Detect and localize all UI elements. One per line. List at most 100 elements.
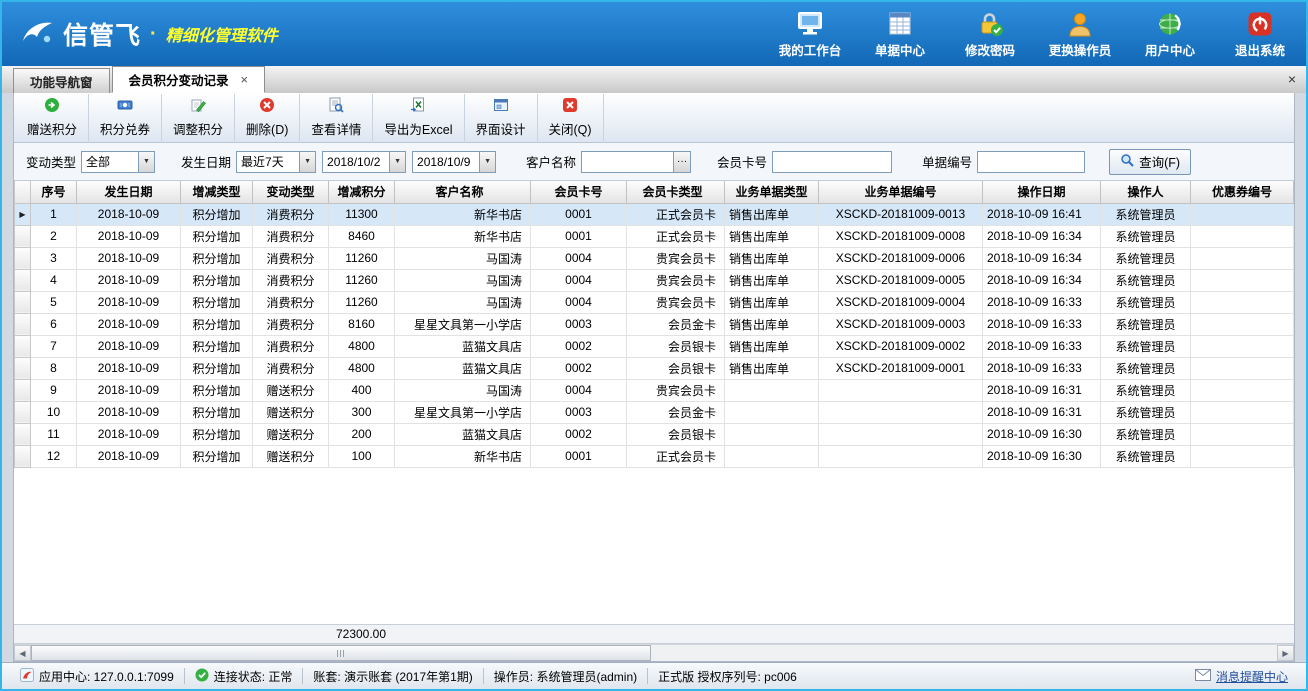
table-row[interactable]: 62018-10-09积分增加消费积分8160星星文具第一小学店0003会员金卡… xyxy=(15,313,1294,335)
ui-design-button[interactable]: 界面设计 xyxy=(465,94,538,141)
row-indicator xyxy=(15,401,31,423)
cell: 积分增加 xyxy=(181,401,253,423)
nav-my-workspace[interactable]: 我的工作台 xyxy=(778,9,842,59)
status-bar: 应用中心: 127.0.0.1:7099 连接状态: 正常 账套: 演示账套 (… xyxy=(2,662,1306,689)
cell: 蓝猫文具店 xyxy=(395,357,531,379)
cell: 8160 xyxy=(329,313,395,335)
nav-change-password[interactable]: 修改密码 xyxy=(958,9,1022,59)
horizontal-scrollbar[interactable]: ◀ ▶ xyxy=(14,644,1294,661)
column-header[interactable]: 业务单据类型 xyxy=(725,181,819,203)
cell: 会员金卡 xyxy=(627,313,725,335)
cell: XSCKD-20181009-0005 xyxy=(819,269,983,291)
power-icon xyxy=(1245,9,1275,37)
date-preset-select[interactable]: 最近7天 ▼ xyxy=(236,151,316,173)
column-header[interactable]: 发生日期 xyxy=(77,181,181,203)
table-row[interactable]: 122018-10-09积分增加赠送积分100新华书店0001正式会员卡2018… xyxy=(15,445,1294,467)
cell: 销售出库单 xyxy=(725,313,819,335)
customer-name-input[interactable] xyxy=(582,153,673,171)
points-to-coupon-button[interactable]: 积分兑券 xyxy=(89,94,162,141)
column-header[interactable]: 会员卡类型 xyxy=(627,181,725,203)
column-header[interactable]: 变动类型 xyxy=(253,181,329,203)
button-label: 赠送积分 xyxy=(27,119,77,138)
card-number-input[interactable] xyxy=(772,151,892,173)
tab-member-points-record[interactable]: 会员积分变动记录 × xyxy=(112,66,266,93)
tabbar-close-button[interactable]: × xyxy=(1288,71,1296,87)
nav-user-center[interactable]: 用户中心 xyxy=(1138,9,1202,59)
change-type-select[interactable]: 全部 ▼ xyxy=(81,151,155,173)
tab-label: 功能导航窗 xyxy=(30,72,93,91)
cell xyxy=(1191,357,1294,379)
gift-points-button[interactable]: 赠送积分 xyxy=(16,94,89,141)
export-excel-button[interactable]: 导出为Excel xyxy=(373,94,464,141)
query-button[interactable]: 查询(F) xyxy=(1109,149,1191,175)
column-header[interactable]: 增减积分 xyxy=(329,181,395,203)
user-center-icon xyxy=(1155,9,1185,37)
adjust-points-button[interactable]: 调整积分 xyxy=(162,94,235,141)
date-from-value: 2018/10/2 xyxy=(323,155,389,169)
cell: 积分增加 xyxy=(181,313,253,335)
scrollbar-track[interactable] xyxy=(31,645,1277,661)
header-nav: 我的工作台 单据中心 修改密码 更换操作员 xyxy=(778,9,1292,59)
customer-name-label: 客户名称 xyxy=(526,152,576,171)
view-details-button[interactable]: 查看详情 xyxy=(300,94,373,141)
cell: 销售出库单 xyxy=(725,203,819,225)
message-center-link[interactable]: 消息提醒中心 xyxy=(1185,668,1298,685)
chevron-down-icon[interactable]: ▼ xyxy=(299,152,315,172)
nav-document-center[interactable]: 单据中心 xyxy=(868,9,932,59)
cell: 0002 xyxy=(531,335,627,357)
column-header[interactable]: 序号 xyxy=(31,181,77,203)
column-header[interactable]: 客户名称 xyxy=(395,181,531,203)
cell: 系统管理员 xyxy=(1101,225,1191,247)
column-header[interactable]: 操作人 xyxy=(1101,181,1191,203)
app-window: 信管飞 · 精细化管理软件 我的工作台 单据中心 修改密码 xyxy=(0,0,1308,691)
nav-exit-system[interactable]: 退出系统 xyxy=(1228,9,1292,59)
tab-function-navigator[interactable]: 功能导航窗 xyxy=(13,68,110,93)
table-row[interactable]: 52018-10-09积分增加消费积分11260马国涛0004贵宾会员卡销售出库… xyxy=(15,291,1294,313)
cell: 2018-10-09 xyxy=(77,445,181,467)
cell: 积分增加 xyxy=(181,225,253,247)
cell: 正式会员卡 xyxy=(627,203,725,225)
app-header: 信管飞 · 精细化管理软件 我的工作台 单据中心 修改密码 xyxy=(2,2,1306,66)
indicator-column-header xyxy=(15,181,31,203)
column-header[interactable]: 增减类型 xyxy=(181,181,253,203)
delete-button[interactable]: 删除(D) xyxy=(235,94,300,141)
customer-lookup-button[interactable]: ··· xyxy=(673,152,690,172)
button-label: 查看详情 xyxy=(311,119,361,138)
app-logo-icon xyxy=(18,18,56,51)
scrollbar-thumb[interactable] xyxy=(31,645,651,661)
column-header[interactable]: 优惠券编号 xyxy=(1191,181,1294,203)
chevron-down-icon[interactable]: ▼ xyxy=(479,152,495,172)
table-row[interactable]: ▶12018-10-09积分增加消费积分11300新华书店0001正式会员卡销售… xyxy=(15,203,1294,225)
doc-number-input[interactable] xyxy=(977,151,1085,173)
button-label: 导出为Excel xyxy=(384,119,452,138)
cell: XSCKD-20181009-0001 xyxy=(819,357,983,379)
cell: 3 xyxy=(31,247,77,269)
chevron-down-icon[interactable]: ▼ xyxy=(138,152,154,172)
cell: 系统管理员 xyxy=(1101,335,1191,357)
nav-change-operator[interactable]: 更换操作员 xyxy=(1048,9,1112,59)
table-row[interactable]: 42018-10-09积分增加消费积分11260马国涛0004贵宾会员卡销售出库… xyxy=(15,269,1294,291)
scroll-left-arrow[interactable]: ◀ xyxy=(14,645,31,661)
cell xyxy=(725,401,819,423)
cell: 11 xyxy=(31,423,77,445)
scroll-right-arrow[interactable]: ▶ xyxy=(1277,645,1294,661)
date-to-picker[interactable]: 2018/10/9 ▼ xyxy=(412,151,496,173)
app-center-icon xyxy=(20,668,34,685)
table-row[interactable]: 82018-10-09积分增加消费积分4800蓝猫文具店0002会员银卡销售出库… xyxy=(15,357,1294,379)
cell: 200 xyxy=(329,423,395,445)
column-header[interactable]: 会员卡号 xyxy=(531,181,627,203)
table-row[interactable]: 32018-10-09积分增加消费积分11260马国涛0004贵宾会员卡销售出库… xyxy=(15,247,1294,269)
nav-label: 修改密码 xyxy=(965,40,1015,59)
table-row[interactable]: 22018-10-09积分增加消费积分8460新华书店0001正式会员卡销售出库… xyxy=(15,225,1294,247)
chevron-down-icon[interactable]: ▼ xyxy=(389,152,405,172)
date-from-picker[interactable]: 2018/10/2 ▼ xyxy=(322,151,406,173)
row-indicator xyxy=(15,225,31,247)
table-row[interactable]: 102018-10-09积分增加赠送积分300星星文具第一小学店0003会员金卡… xyxy=(15,401,1294,423)
table-row[interactable]: 112018-10-09积分增加赠送积分200蓝猫文具店0002会员银卡2018… xyxy=(15,423,1294,445)
close-page-button[interactable]: 关闭(Q) xyxy=(538,94,604,141)
column-header[interactable]: 业务单据编号 xyxy=(819,181,983,203)
table-row[interactable]: 72018-10-09积分增加消费积分4800蓝猫文具店0002会员银卡销售出库… xyxy=(15,335,1294,357)
column-header[interactable]: 操作日期 xyxy=(983,181,1101,203)
tab-close-icon[interactable]: × xyxy=(241,72,249,87)
table-row[interactable]: 92018-10-09积分增加赠送积分400马国涛0004贵宾会员卡2018-1… xyxy=(15,379,1294,401)
